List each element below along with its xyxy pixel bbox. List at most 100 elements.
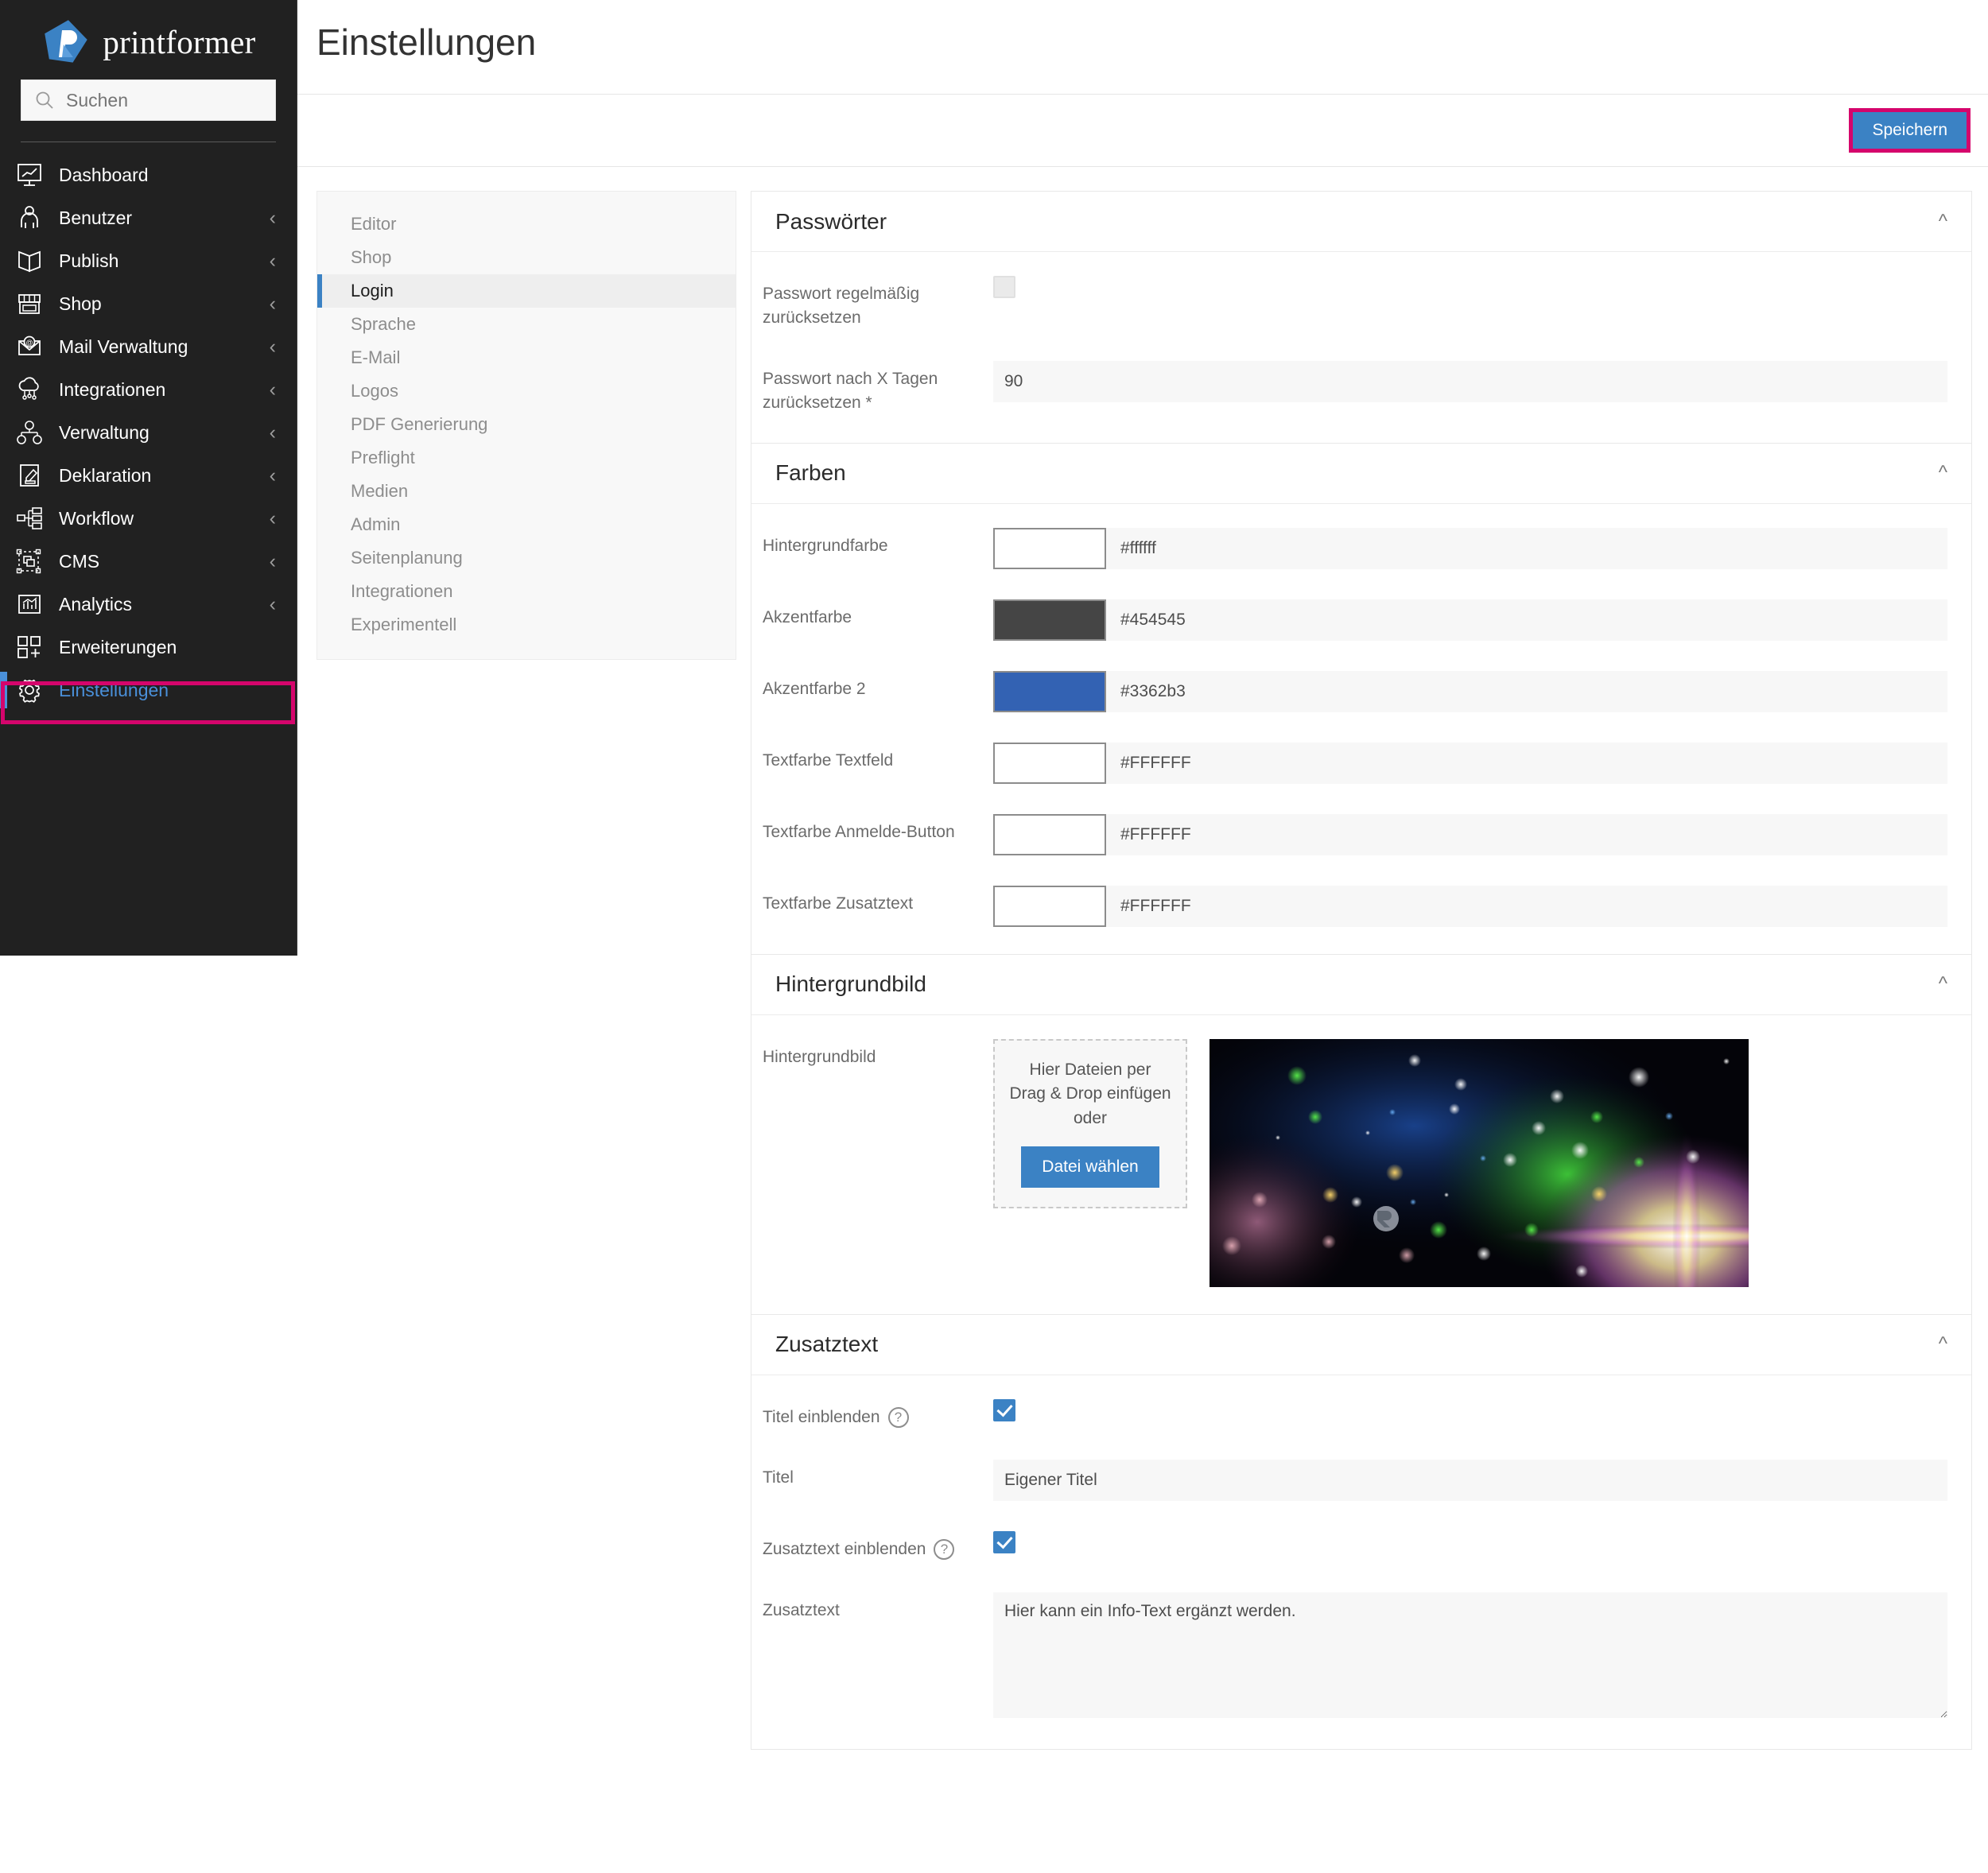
- subnav-item-integrationen[interactable]: Integrationen: [317, 575, 736, 608]
- card-title: Zusatztext: [775, 1332, 878, 1357]
- row-akzentfarbe: Akzentfarbe #454545: [763, 599, 1947, 641]
- sidebar-item-shop[interactable]: Shop ‹: [0, 282, 297, 325]
- row-field: #ffffff: [993, 528, 1947, 569]
- brand-logo[interactable]: printformer: [0, 0, 297, 79]
- subnav-item-seitenplanung[interactable]: Seitenplanung: [317, 541, 736, 575]
- edit-document-icon: [11, 460, 48, 491]
- subnav-item-shop[interactable]: Shop: [317, 241, 736, 274]
- checkbox-titel-einblenden[interactable]: [993, 1399, 1015, 1421]
- search-box[interactable]: [21, 79, 276, 121]
- sidebar-item-cms[interactable]: CMS ‹: [0, 540, 297, 583]
- card-body-farben: Hintergrundfarbe #ffffff Akzentfarbe: [751, 504, 1971, 954]
- chevron-up-icon[interactable]: ^: [1939, 212, 1947, 231]
- chevron-left-icon[interactable]: ‹: [270, 423, 276, 443]
- sidebar-item-dashboard[interactable]: Dashboard: [0, 153, 297, 196]
- color-field-akzentfarbe-2[interactable]: #3362b3: [993, 671, 1947, 712]
- sidebar-item-erweiterungen[interactable]: Erweiterungen: [0, 626, 297, 669]
- color-field-textfarbe-zusatztext[interactable]: #FFFFFF: [993, 886, 1947, 927]
- row-label: Textfarbe Textfeld: [763, 743, 993, 773]
- choose-file-button[interactable]: Datei wählen: [1021, 1146, 1159, 1188]
- subnav-item-sprache[interactable]: Sprache: [317, 308, 736, 341]
- sidebar-item-publish[interactable]: Publish ‹: [0, 239, 297, 282]
- chevron-left-icon[interactable]: ‹: [270, 509, 276, 529]
- search-wrapper: [0, 79, 297, 121]
- help-icon[interactable]: ?: [934, 1539, 954, 1560]
- upload-area: Hier Dateien per Drag & Drop einfügen od…: [993, 1039, 1947, 1287]
- card-header-passwoerter[interactable]: Passwörter ^: [751, 192, 1971, 252]
- color-swatch[interactable]: [993, 528, 1106, 569]
- row-label: Passwort nach X Tagen zurücksetzen *: [763, 361, 993, 416]
- chevron-up-icon[interactable]: ^: [1939, 463, 1947, 483]
- checkbox-zusatztext-einblenden[interactable]: [993, 1531, 1015, 1553]
- card-farben: Farben ^ Hintergrundfarbe #ffffff: [751, 444, 1972, 955]
- subnav-item-login[interactable]: Login: [317, 274, 736, 308]
- subnav-item-medien[interactable]: Medien: [317, 475, 736, 508]
- workflow-icon: [11, 502, 48, 534]
- color-swatch[interactable]: [993, 671, 1106, 712]
- chevron-left-icon[interactable]: ‹: [270, 552, 276, 572]
- sidebar-item-mail-verwaltung[interactable]: @ Mail Verwaltung ‹: [0, 325, 297, 368]
- cloud-nodes-icon: [11, 374, 48, 405]
- color-field-akzentfarbe[interactable]: #454545: [993, 599, 1947, 641]
- row-label: Textfarbe Zusatztext: [763, 886, 993, 916]
- sidebar-item-verwaltung[interactable]: Verwaltung ‹: [0, 411, 297, 454]
- row-zusatztext-einblenden: Zusatztext einblenden ?: [763, 1531, 1947, 1561]
- subnav-item-experimentell[interactable]: Experimentell: [317, 608, 736, 642]
- dropzone[interactable]: Hier Dateien per Drag & Drop einfügen od…: [993, 1039, 1187, 1208]
- card-header-zusatztext[interactable]: Zusatztext ^: [751, 1315, 1971, 1375]
- color-field-hintergrundfarbe[interactable]: #ffffff: [993, 528, 1947, 569]
- color-swatch[interactable]: [993, 743, 1106, 784]
- chevron-left-icon[interactable]: ‹: [270, 208, 276, 228]
- titel-input[interactable]: [993, 1460, 1947, 1501]
- checkbox-passwort-regelmaessig-zuruecksetzen[interactable]: [993, 276, 1015, 298]
- card-header-farben[interactable]: Farben ^: [751, 444, 1971, 504]
- subnav-item-email[interactable]: E-Mail: [317, 341, 736, 374]
- color-swatch[interactable]: [993, 599, 1106, 641]
- card-title: Passwörter: [775, 209, 887, 235]
- passwort-x-tage-input[interactable]: [993, 361, 1947, 402]
- sidebar-item-label: Verwaltung: [59, 422, 270, 444]
- sidebar-item-deklaration[interactable]: Deklaration ‹: [0, 454, 297, 497]
- background-image-preview[interactable]: [1209, 1039, 1749, 1287]
- help-icon[interactable]: ?: [888, 1407, 909, 1428]
- subnav-label: Preflight: [351, 448, 415, 468]
- chevron-left-icon[interactable]: ‹: [270, 251, 276, 271]
- card-header-hintergrundbild[interactable]: Hintergrundbild ^: [751, 955, 1971, 1015]
- subnav-item-editor[interactable]: Editor: [317, 207, 736, 241]
- sidebar-item-benutzer[interactable]: Benutzer ‹: [0, 196, 297, 239]
- row-label: Akzentfarbe 2: [763, 671, 993, 701]
- save-button[interactable]: Speichern: [1853, 112, 1967, 149]
- chevron-left-icon[interactable]: ‹: [270, 595, 276, 615]
- sidebar-item-einstellungen[interactable]: Einstellungen: [0, 669, 297, 712]
- row-textfarbe-anmelde-button: Textfarbe Anmelde-Button #FFFFFF: [763, 814, 1947, 855]
- chevron-up-icon[interactable]: ^: [1939, 975, 1947, 994]
- row-label: Akzentfarbe: [763, 599, 993, 630]
- sidebar-item-label: Integrationen: [59, 379, 270, 401]
- chevron-up-icon[interactable]: ^: [1939, 1335, 1947, 1354]
- subnav-label: Medien: [351, 481, 408, 502]
- color-hex-value: #3362b3: [1106, 671, 1186, 712]
- content-area: Editor Shop Login Sprache E-Mail Logos P…: [297, 167, 1988, 1750]
- sidebar-item-analytics[interactable]: Analytics ‹: [0, 583, 297, 626]
- subnav-item-logos[interactable]: Logos: [317, 374, 736, 408]
- chevron-left-icon[interactable]: ‹: [270, 466, 276, 486]
- color-swatch[interactable]: [993, 814, 1106, 855]
- chevron-left-icon[interactable]: ‹: [270, 337, 276, 357]
- sidebar-item-label: Shop: [59, 293, 270, 315]
- subnav-item-pdf-generierung[interactable]: PDF Generierung: [317, 408, 736, 441]
- row-field: #FFFFFF: [993, 743, 1947, 784]
- sidebar-item-workflow[interactable]: Workflow ‹: [0, 497, 297, 540]
- chevron-left-icon[interactable]: ‹: [270, 294, 276, 314]
- row-label: Titel einblenden ?: [763, 1399, 993, 1429]
- subnav-item-preflight[interactable]: Preflight: [317, 441, 736, 475]
- color-field-textfarbe-textfeld[interactable]: #FFFFFF: [993, 743, 1947, 784]
- zusatztext-textarea[interactable]: Hier kann ein Info-Text ergänzt werden.: [993, 1592, 1947, 1718]
- sidebar-item-integrationen[interactable]: Integrationen ‹: [0, 368, 297, 411]
- subnav-item-admin[interactable]: Admin: [317, 508, 736, 541]
- color-field-textfarbe-anmelde-button[interactable]: #FFFFFF: [993, 814, 1947, 855]
- chevron-left-icon[interactable]: ‹: [270, 380, 276, 400]
- subnav-label: Sprache: [351, 314, 416, 335]
- color-swatch[interactable]: [993, 886, 1106, 927]
- row-hintergrundfarbe: Hintergrundfarbe #ffffff: [763, 528, 1947, 569]
- search-input[interactable]: [66, 90, 262, 111]
